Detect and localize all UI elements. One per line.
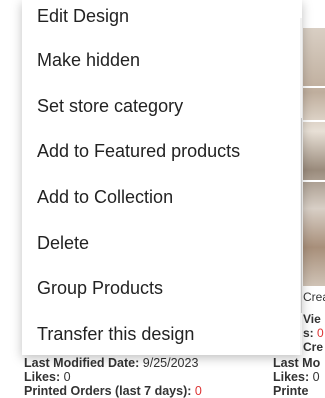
menu-item-delete[interactable]: Delete: [37, 233, 89, 254]
menu-item-edit-design[interactable]: Edit Design: [37, 6, 129, 27]
product-meta-right: Last Mo Likes: 0 Printe: [273, 356, 321, 398]
product-views-snippet: Vie: [303, 312, 321, 326]
product-thumbnail[interactable]: [303, 28, 325, 286]
menu-scrollbar[interactable]: [300, 18, 302, 355]
menu-item-make-hidden[interactable]: Make hidden: [37, 50, 140, 71]
menu-item-add-to-collection[interactable]: Add to Collection: [37, 187, 173, 208]
product-meta-left: Last Modified Date: 9/25/2023 Likes: 0 P…: [24, 356, 202, 398]
scrollbar-thumb[interactable]: [301, 118, 302, 313]
menu-item-group-products[interactable]: Group Products: [37, 278, 163, 299]
product-stat-snippet: s: 0: [303, 326, 324, 340]
design-actions-menu: Edit Design Make hidden Set store catego…: [22, 0, 302, 355]
product-created-snippet: Cre: [303, 340, 324, 354]
menu-item-set-store-category[interactable]: Set store category: [37, 96, 183, 117]
product-title-snippet: Crea: [303, 290, 325, 304]
menu-item-transfer-design[interactable]: Transfer this design: [37, 324, 194, 345]
menu-item-add-to-featured[interactable]: Add to Featured products: [37, 141, 240, 162]
